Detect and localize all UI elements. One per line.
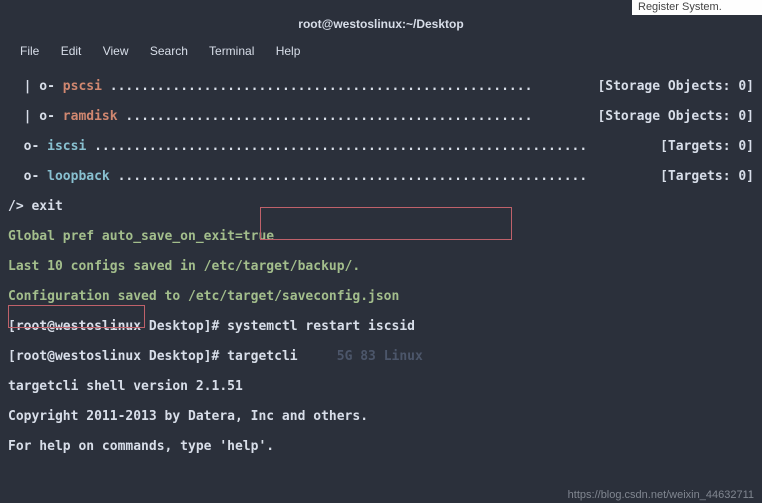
cmd2-prompt: [root@westoslinux Desktop]# (8, 349, 227, 364)
register-system-strip: Register System. (632, 0, 762, 15)
exit-cmd: exit (31, 199, 62, 214)
window-title-bar: root@westoslinux:~/Desktop (0, 15, 762, 33)
menu-file[interactable]: File (20, 44, 39, 58)
cmd1-prompt: [root@westoslinux Desktop]# (8, 319, 227, 334)
cmd2-text: targetcli (227, 349, 297, 364)
save-line1: Global pref auto_save_on_exit=true (8, 229, 754, 244)
exit-prompt: /> (8, 199, 31, 214)
terminal-content[interactable]: | o- pscsi .............................… (8, 64, 754, 485)
menu-help[interactable]: Help (276, 44, 301, 58)
info-line3: For help on commands, type 'help'. (8, 439, 754, 454)
tree-pscsi: pscsi (63, 79, 102, 94)
iscsi-status: [Targets: 0] (660, 139, 754, 154)
menu-edit[interactable]: Edit (61, 44, 82, 58)
menu-terminal[interactable]: Terminal (209, 44, 254, 58)
save-line3: Configuration saved to /etc/target/savec… (8, 289, 754, 304)
tree-loopback: loopback (47, 169, 110, 184)
cmd1-text: systemctl restart iscsid (227, 319, 415, 334)
tree-iscsi: iscsi (47, 139, 86, 154)
loopback-status: [Targets: 0] (660, 169, 754, 184)
save-line2: Last 10 configs saved in /etc/target/bac… (8, 259, 754, 274)
register-text: Register System. (638, 1, 722, 13)
window-title: root@westoslinux:~/Desktop (298, 17, 463, 31)
menu-bar: File Edit View Search Terminal Help (0, 40, 762, 62)
info-line2: Copyright 2011-2013 by Datera, Inc and o… (8, 409, 754, 424)
ramdisk-status: [Storage Objects: 0] (597, 109, 754, 124)
pscsi-status: [Storage Objects: 0] (597, 79, 754, 94)
menu-view[interactable]: View (103, 44, 129, 58)
cmd2-ghost: 5G 83 Linux (298, 349, 423, 364)
menu-search[interactable]: Search (150, 44, 188, 58)
tree-ramdisk: ramdisk (63, 109, 118, 124)
info-line1: targetcli shell version 2.1.51 (8, 379, 754, 394)
watermark: https://blog.csdn.net/weixin_44632711 (568, 489, 754, 501)
